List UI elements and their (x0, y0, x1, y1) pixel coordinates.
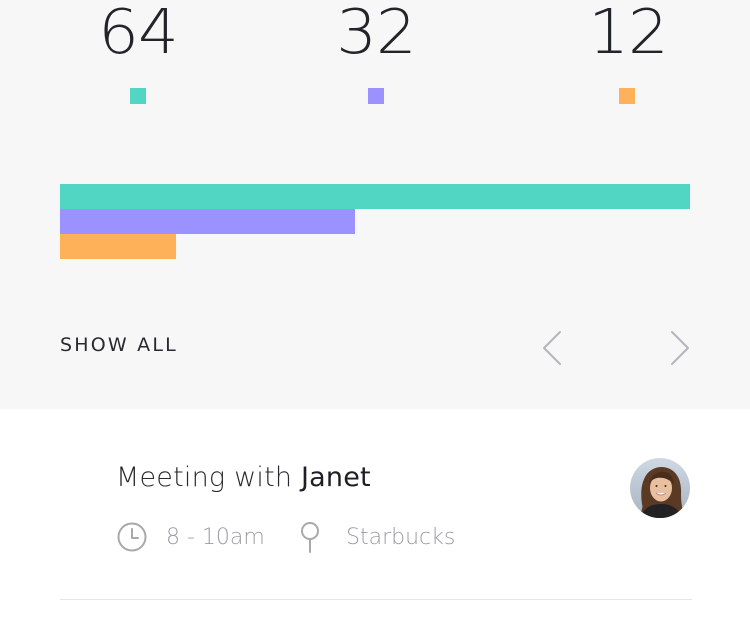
chevron-left-icon (543, 331, 561, 365)
event-title: Meeting with Janet (116, 462, 371, 493)
legend-marker-purple (368, 88, 384, 104)
stat-orange: 12 (558, 0, 698, 69)
bar-teal (60, 184, 690, 209)
bar-purple (60, 209, 355, 234)
event-time-text: 8 - 10am (166, 524, 265, 550)
next-button[interactable] (668, 330, 692, 366)
stat-value: 32 (336, 0, 416, 69)
chevron-right-icon (671, 331, 689, 365)
avatar[interactable] (630, 458, 690, 518)
event-title-prefix: Meeting with (116, 462, 293, 493)
event-location: Starbucks (298, 520, 455, 554)
event-title-name: Janet (300, 462, 371, 493)
avatar-photo (630, 458, 690, 518)
legend-marker-orange (619, 88, 635, 104)
bar-chart (60, 184, 690, 260)
show-all-button[interactable]: SHOW ALL (60, 334, 178, 356)
event-location-text: Starbucks (346, 524, 456, 550)
stat-purple: 32 (306, 0, 446, 69)
bar-orange (60, 234, 176, 259)
stat-value: 64 (98, 0, 178, 69)
stats-panel: 64 32 12 SHOW ALL (0, 0, 750, 409)
previous-button[interactable] (540, 330, 564, 366)
event-card[interactable]: Meeting with Janet 8 - 10am Starbucks (0, 409, 750, 633)
clock-icon (117, 522, 147, 552)
stat-teal: 64 (68, 0, 208, 69)
event-time: 8 - 10am (116, 520, 265, 554)
legend-marker-teal (130, 88, 146, 104)
location-pin-icon (301, 522, 319, 553)
stat-value: 12 (588, 0, 668, 69)
divider (60, 599, 692, 600)
